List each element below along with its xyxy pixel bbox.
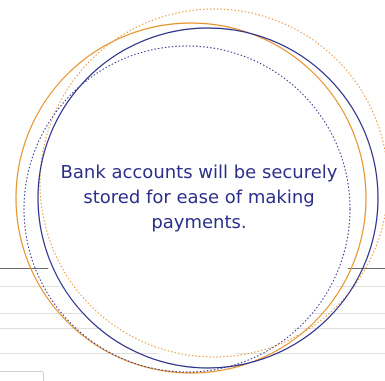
info-bubble-text: Bank accounts will be securely stored fo… [60, 162, 338, 233]
stage: Bank accounts will be securely stored fo… [0, 0, 385, 381]
